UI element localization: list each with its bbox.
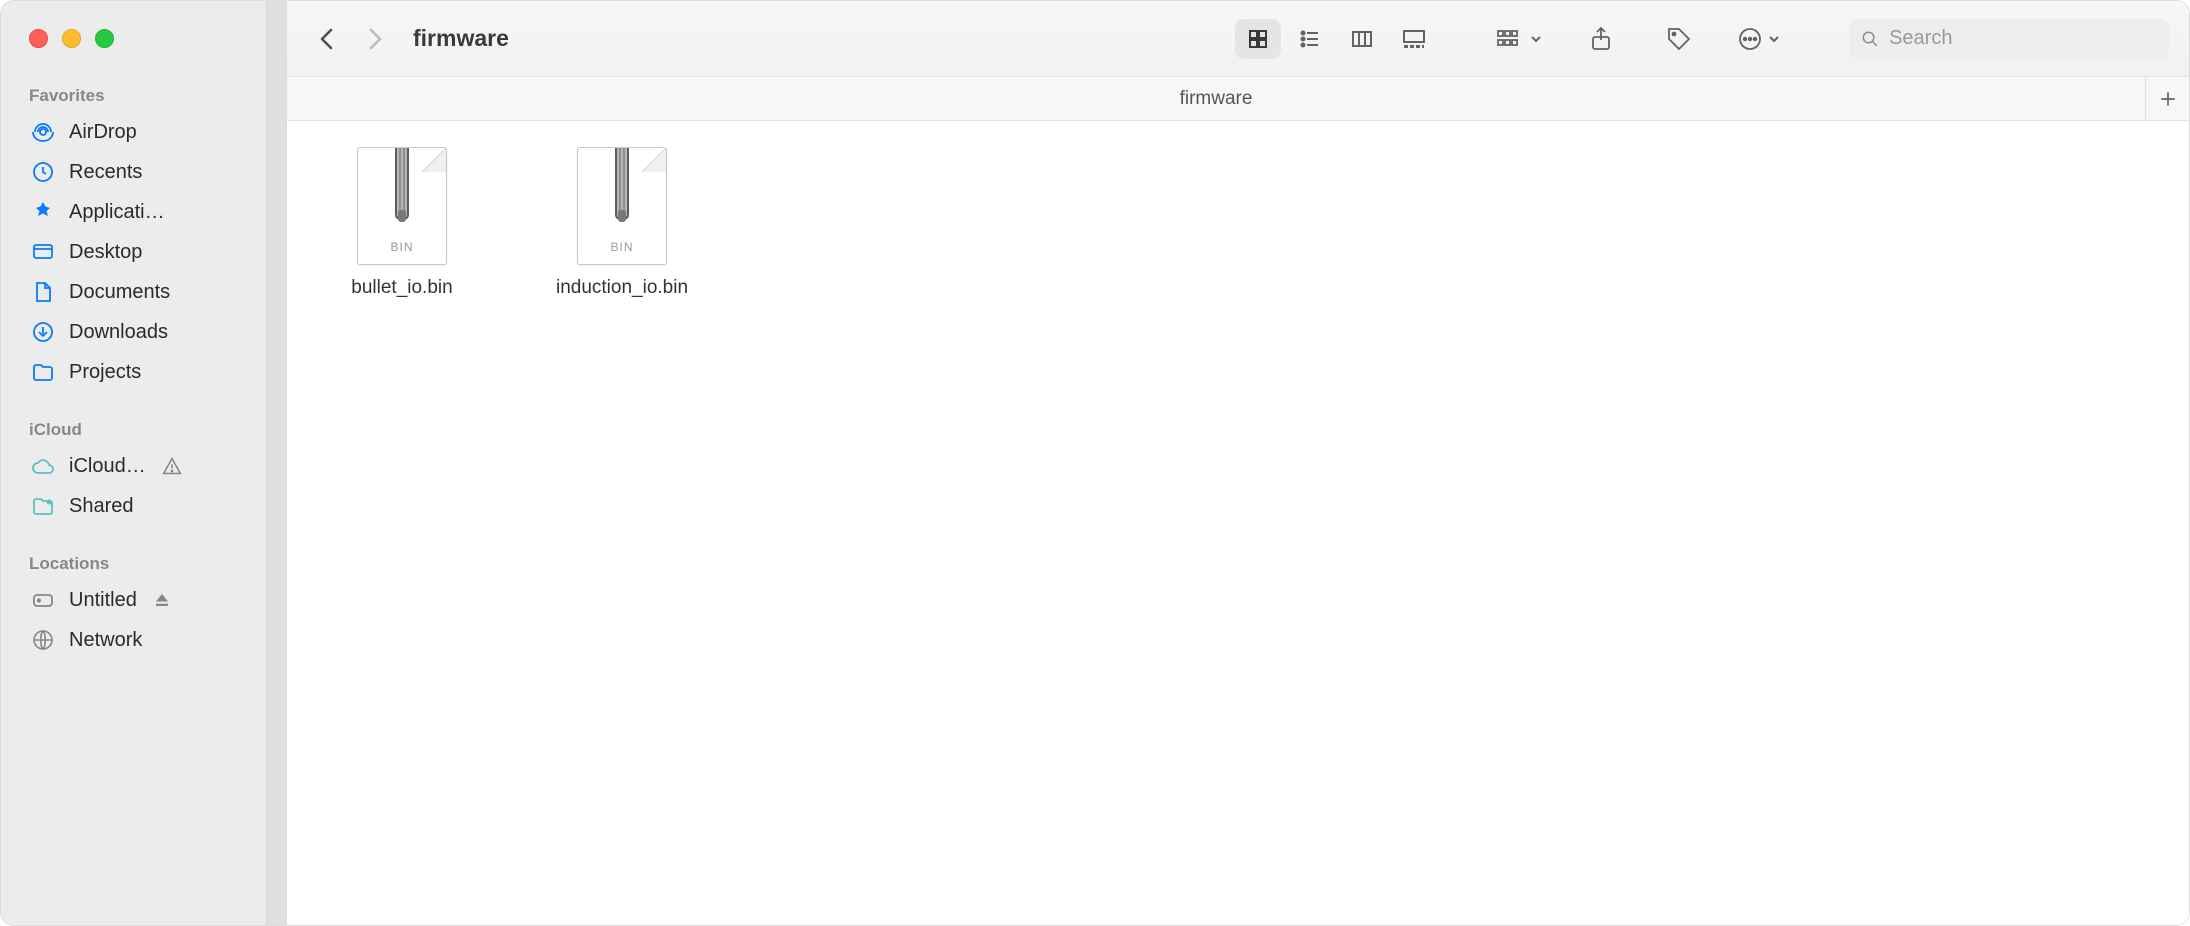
view-gallery-button[interactable] (1391, 19, 1437, 59)
sidebar-item-label: Untitled (69, 589, 137, 612)
file-ext-label: BIN (610, 240, 633, 254)
tab-label: firmware (1180, 88, 1253, 110)
action-menu-button[interactable] (1737, 26, 1781, 52)
file-ext-label: BIN (390, 240, 413, 254)
sidebar-item-label: Applicati… (69, 201, 165, 224)
tab-bar: firmware (287, 77, 2189, 121)
sidebar-section-icloud-header: iCloud (1, 410, 286, 446)
warning-icon (162, 456, 182, 476)
folder-icon (29, 360, 57, 384)
back-button[interactable] (307, 19, 347, 59)
view-list-button[interactable] (1287, 19, 1333, 59)
sidebar-item-icloud-drive[interactable]: iCloud… (1, 446, 286, 486)
sidebar-section-favorites-header: Favorites (1, 76, 286, 112)
sidebar-item-documents[interactable]: Documents (1, 272, 286, 312)
sidebar-item-label: Projects (69, 361, 141, 384)
bin-file-icon: BIN (577, 147, 667, 265)
applications-icon (29, 200, 57, 224)
chevron-down-icon (1767, 32, 1781, 46)
sidebar-item-downloads[interactable]: Downloads (1, 312, 286, 352)
file-name-label: bullet_io.bin (351, 277, 452, 299)
sidebar-item-label: Shared (69, 495, 134, 518)
sidebar-item-label: Desktop (69, 241, 142, 264)
toolbar: firmware (287, 1, 2189, 77)
forward-button[interactable] (355, 19, 395, 59)
group-by-button[interactable] (1495, 27, 1543, 51)
sidebar-item-label: iCloud… (69, 455, 146, 478)
eject-icon[interactable] (153, 591, 171, 609)
sidebar-item-label: Recents (69, 161, 142, 184)
sidebar-item-airdrop[interactable]: AirDrop (1, 112, 286, 152)
file-item[interactable]: BIN bullet_io.bin (317, 147, 487, 299)
sidebar-item-desktop[interactable]: Desktop (1, 232, 286, 272)
sidebar-item-applications[interactable]: Applicati… (1, 192, 286, 232)
file-grid[interactable]: BIN bullet_io.bin BIN induction_io.bin (287, 121, 2189, 925)
file-item[interactable]: BIN induction_io.bin (537, 147, 707, 299)
share-button[interactable] (1581, 19, 1621, 59)
close-button[interactable] (29, 29, 48, 48)
sidebar: Favorites AirDrop Recents Applicati… Des… (1, 1, 287, 925)
document-icon (29, 280, 57, 304)
sidebar-item-shared[interactable]: Shared (1, 486, 286, 526)
sidebar-item-recents[interactable]: Recents (1, 152, 286, 192)
sidebar-scrollbar[interactable] (266, 1, 286, 925)
tab-firmware[interactable]: firmware (287, 77, 2145, 120)
cloud-icon (29, 454, 57, 478)
traffic-lights (1, 1, 286, 76)
sidebar-item-label: Downloads (69, 321, 168, 344)
sidebar-item-network[interactable]: Network (1, 620, 286, 660)
search-icon (1861, 29, 1879, 49)
desktop-icon (29, 240, 57, 264)
maximize-button[interactable] (95, 29, 114, 48)
file-name-label: induction_io.bin (556, 277, 688, 299)
bin-file-icon: BIN (357, 147, 447, 265)
finder-window: Favorites AirDrop Recents Applicati… Des… (0, 0, 2190, 926)
sidebar-item-label: AirDrop (69, 121, 137, 144)
sidebar-item-label: Network (69, 629, 142, 652)
network-icon (29, 628, 57, 652)
shared-folder-icon (29, 494, 57, 518)
view-columns-button[interactable] (1339, 19, 1385, 59)
tag-button[interactable] (1659, 19, 1699, 59)
clock-icon (29, 160, 57, 184)
sidebar-item-untitled-disk[interactable]: Untitled (1, 580, 286, 620)
disk-icon (29, 588, 57, 612)
folder-title: firmware (413, 25, 509, 52)
sidebar-item-label: Documents (69, 281, 170, 304)
search-input[interactable] (1889, 27, 2157, 50)
add-tab-button[interactable] (2145, 77, 2189, 120)
airdrop-icon (29, 120, 57, 144)
sidebar-item-projects[interactable]: Projects (1, 352, 286, 392)
view-mode-group (1235, 19, 1437, 59)
download-icon (29, 320, 57, 344)
main-area: firmware (287, 1, 2189, 925)
sidebar-section-locations-header: Locations (1, 544, 286, 580)
minimize-button[interactable] (62, 29, 81, 48)
chevron-down-icon (1529, 32, 1543, 46)
view-icons-button[interactable] (1235, 19, 1281, 59)
search-field[interactable] (1849, 19, 2169, 59)
